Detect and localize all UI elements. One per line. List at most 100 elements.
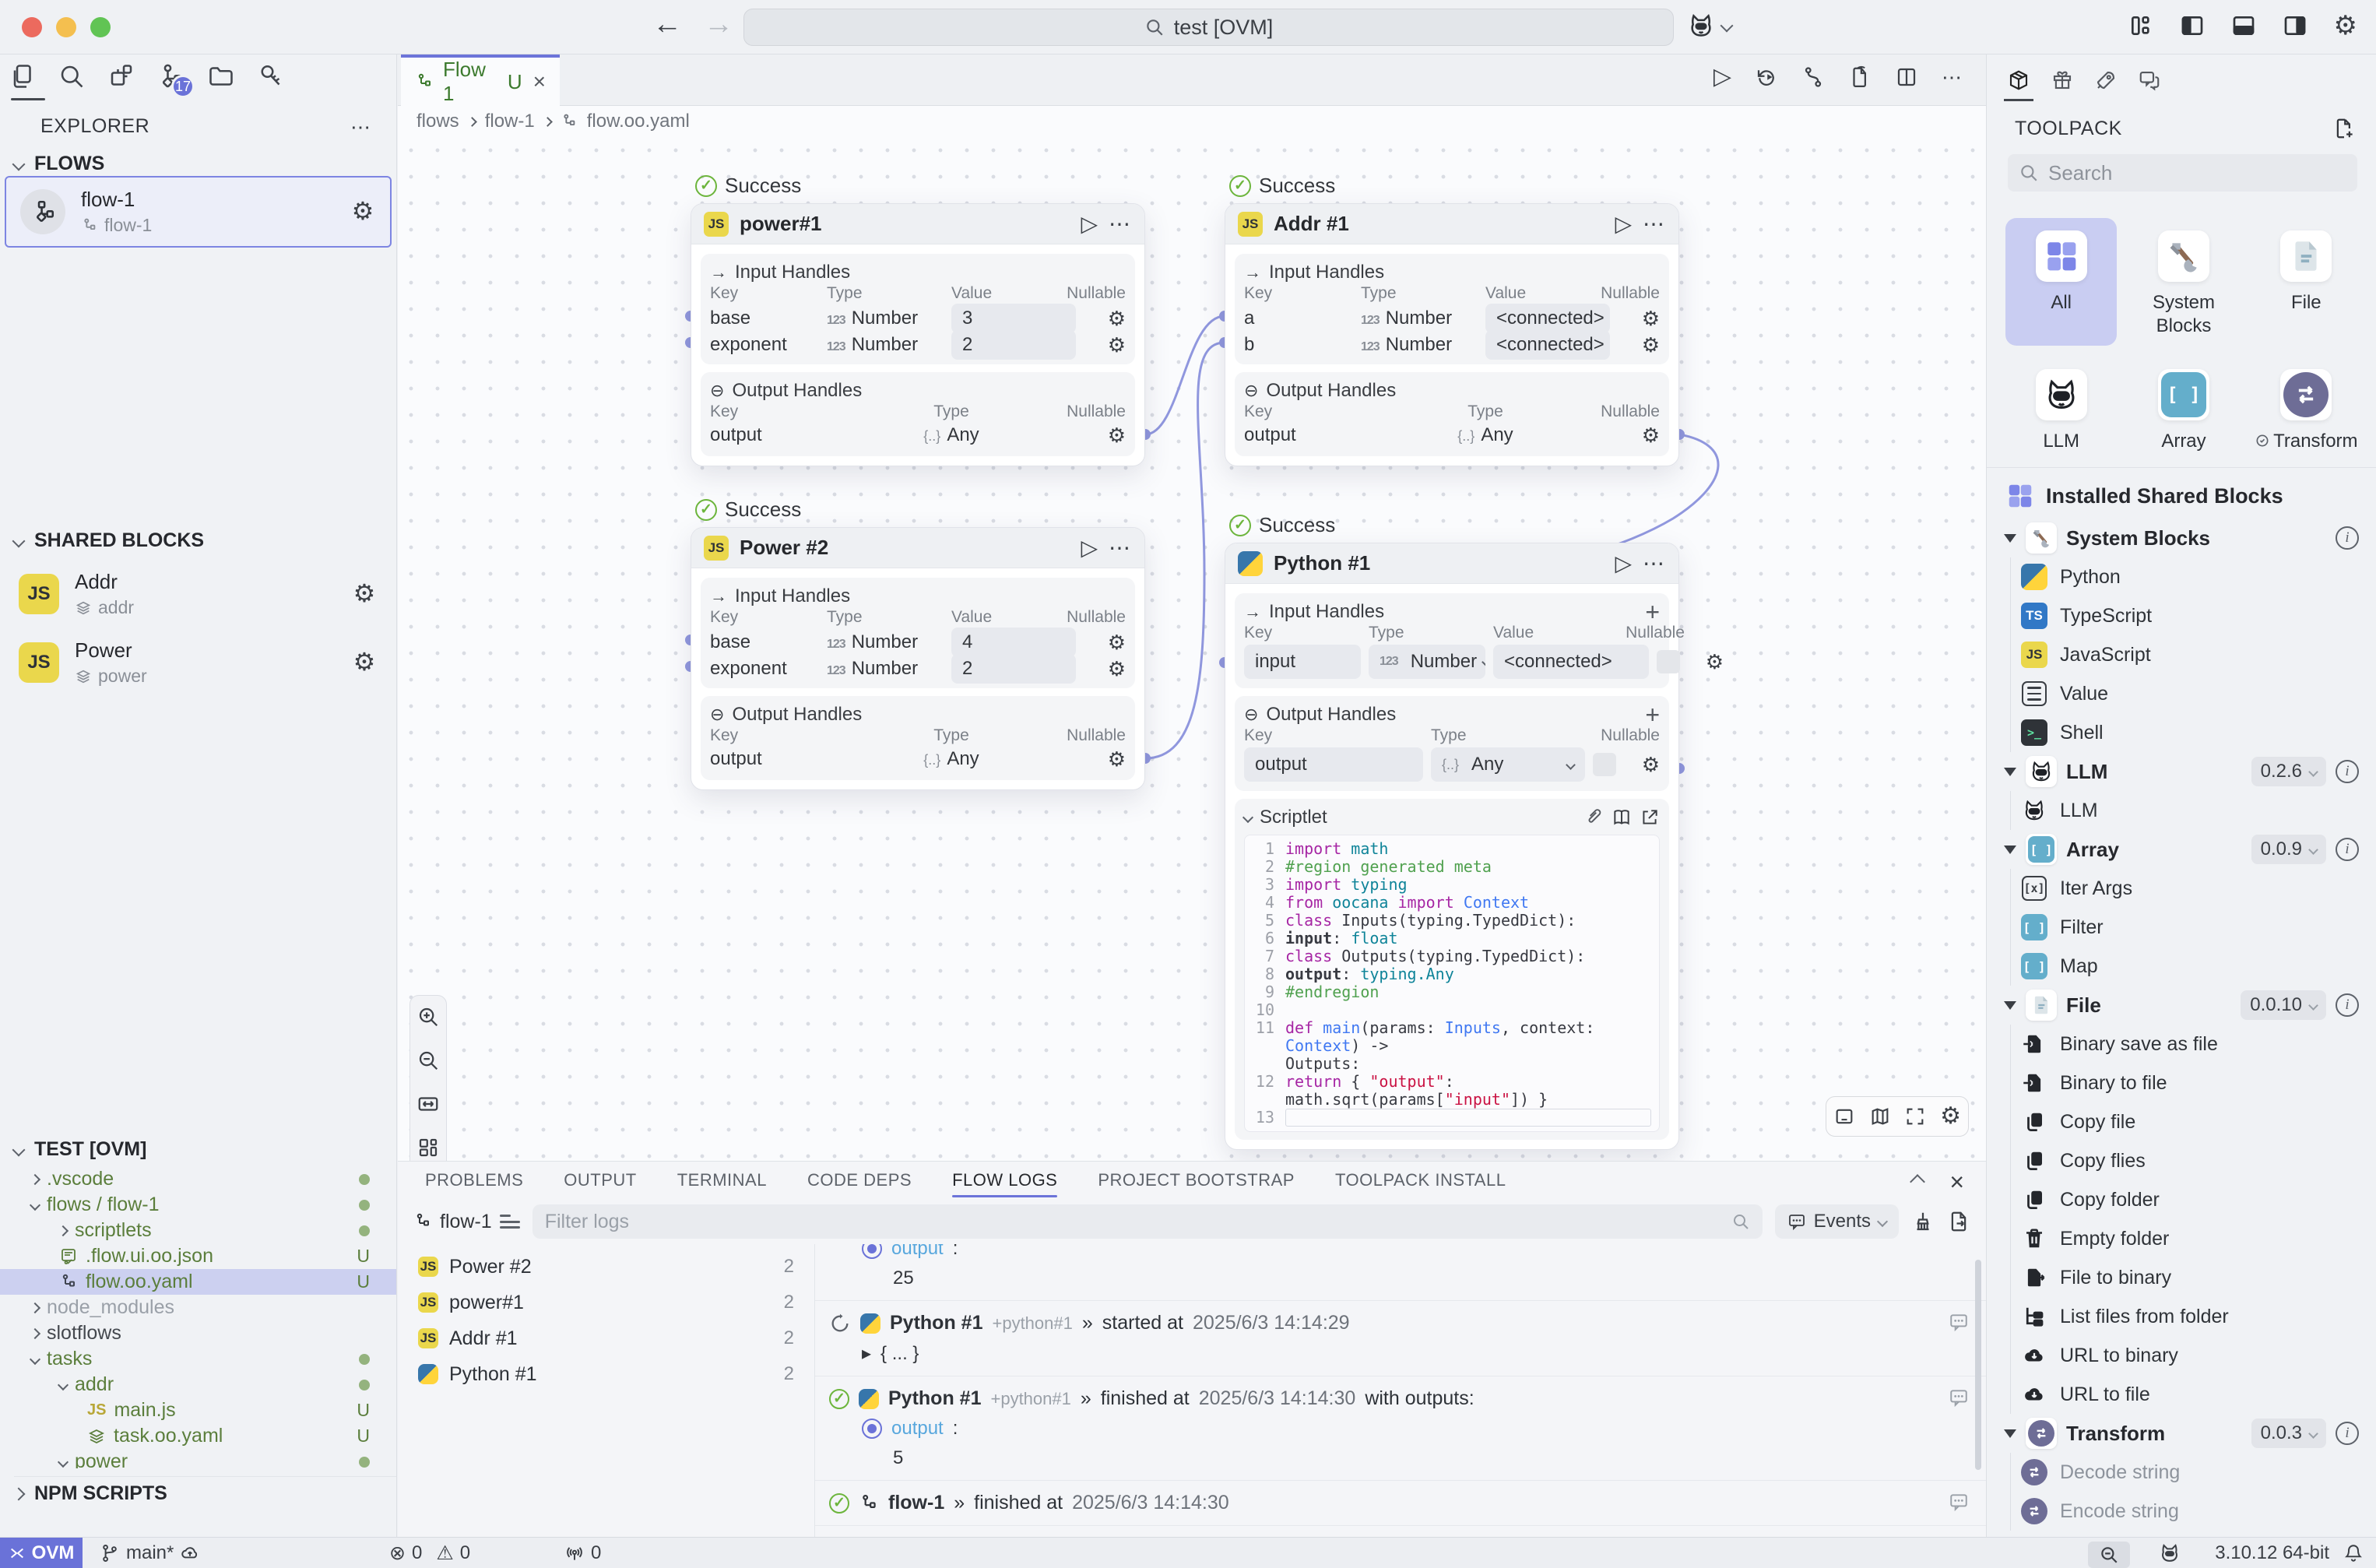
handle-value-input[interactable]: <connected> (1485, 330, 1610, 360)
explorer-menu-icon[interactable]: ⋯ (350, 117, 373, 137)
rerun-flow-icon[interactable] (1755, 65, 1778, 89)
panel-tab-output[interactable]: OUTPUT (564, 1162, 636, 1199)
settings-gear-icon[interactable]: ⚙ (2334, 12, 2357, 39)
events-filter-dropdown[interactable]: Events (1775, 1204, 1899, 1239)
toolpack-item-filter[interactable]: [ ]Filter (1987, 908, 2376, 947)
tree-item-node-modules[interactable]: node_modules (0, 1295, 396, 1320)
git-branch-status[interactable]: main* (100, 1538, 200, 1568)
add-input-icon[interactable]: + (1645, 598, 1660, 627)
blocks-icon[interactable] (107, 62, 135, 90)
tree-item-slotflows[interactable]: slotflows (0, 1320, 396, 1346)
tree-item-scriptlets[interactable]: scriptlets (0, 1218, 396, 1243)
tab-extens[interactable] (2051, 54, 2074, 106)
toolpack-section-transform[interactable]: Transform0.0.3i (1987, 1414, 2376, 1453)
toolpack-category-llm[interactable]: LLM (2005, 357, 2117, 481)
node-more-icon[interactable]: ⋯ (1109, 535, 1132, 561)
flow-node-power2[interactable]: JSPower #2▷⋯→Input HandlesKeyTypeValueNu… (691, 527, 1145, 790)
flow-graph-icon[interactable] (1801, 65, 1825, 89)
log-scrollbar[interactable] (1975, 1260, 1981, 1470)
log-entry[interactable]: output:25 (815, 1244, 1986, 1301)
handle-gear-icon[interactable]: ⚙ (1108, 659, 1126, 679)
flow-node-python1[interactable]: Python #1▷⋯→Input Handles+KeyTypeValueNu… (1225, 543, 1679, 1150)
node-header[interactable]: JSAddr #1▷⋯ (1225, 204, 1678, 244)
node-header[interactable]: JSpower#1▷⋯ (691, 204, 1144, 244)
handle-gear-icon[interactable]: ⚙ (1642, 754, 1660, 775)
shared-block-item-addr[interactable]: JSAddraddr⚙ (5, 561, 392, 628)
toolpack-item-url-to-binary[interactable]: URL to binary (1987, 1336, 2376, 1375)
panel-tab-project-bootstrap[interactable]: PROJECT BOOTSTRAP (1098, 1162, 1295, 1199)
toolpack-item-copy-file[interactable]: Copy file (1987, 1102, 2376, 1141)
toolpack-item-value[interactable]: Value (1987, 674, 2376, 713)
log-comment-icon[interactable] (1949, 1312, 1969, 1332)
handle-key-input[interactable]: output (1244, 747, 1423, 782)
maximize-window-button[interactable] (90, 17, 111, 37)
toolpack-search-input[interactable]: Search (2008, 154, 2357, 192)
log-flow-selector[interactable]: flow-1 (413, 1211, 520, 1233)
flows-icon[interactable]: 17 (157, 62, 185, 90)
add-toolpack-icon[interactable] (2332, 117, 2356, 140)
toolpack-item-llm[interactable]: LLM (1987, 791, 2376, 830)
auto-layout-icon[interactable] (417, 1136, 440, 1159)
remote-indicator[interactable]: OVM (0, 1538, 83, 1568)
log-block-Python-#1[interactable]: Python #12 (398, 1356, 814, 1392)
scriptlet-code-editor[interactable]: 1import math2#region generated meta3impo… (1244, 835, 1660, 1132)
node-more-icon[interactable]: ⋯ (1643, 211, 1666, 237)
tree-item-addr[interactable]: addr (0, 1372, 396, 1397)
tree-item-.vscode[interactable]: .vscode (0, 1166, 396, 1192)
node-run-icon[interactable]: ▷ (1615, 550, 1632, 576)
panel-tab-terminal[interactable]: TERMINAL (677, 1162, 767, 1199)
handle-value-input[interactable]: 2 (951, 654, 1076, 684)
editor-more-icon[interactable]: ⋯ (1942, 67, 1964, 87)
flow-node-addr1[interactable]: JSAddr #1▷⋯→Input HandlesKeyTypeValueNul… (1225, 203, 1679, 466)
toolpack-item-binary-save-as-file[interactable]: Binary save as file (1987, 1025, 2376, 1063)
node-header[interactable]: Python #1▷⋯ (1225, 543, 1678, 584)
problems-status[interactable]: ⊗0 ⚠0 (389, 1538, 470, 1568)
files-icon[interactable] (8, 62, 36, 90)
log-list-toggle-icon[interactable] (500, 1215, 520, 1229)
section-info-icon[interactable]: i (2336, 760, 2359, 783)
toolpack-item-typescript[interactable]: TSTypeScript (1987, 596, 2376, 635)
zoom-status[interactable] (2088, 1538, 2130, 1568)
shared-block-item-power[interactable]: JSPowerpower⚙ (5, 629, 392, 696)
tree-item-power[interactable]: power (0, 1449, 396, 1468)
search-sidebar-icon[interactable] (58, 62, 86, 90)
python-runtime-status[interactable]: 3.10.12 64-bit (2215, 1538, 2329, 1568)
log-comment-icon[interactable] (1949, 1492, 1969, 1512)
back-button[interactable]: ← (652, 8, 682, 41)
toolpack-item-shell[interactable]: >_Shell (1987, 713, 2376, 752)
toolpack-item-iter-args[interactable]: [x]Iter Args (1987, 869, 2376, 908)
nullable-checkbox[interactable] (1657, 650, 1680, 673)
toolpack-section-system-blocks[interactable]: System Blocksi (1987, 519, 2376, 557)
panel-tab-problems[interactable]: PROBLEMS (425, 1162, 523, 1199)
tree-item-main.js[interactable]: JSmain.jsU (0, 1397, 396, 1423)
node-run-icon[interactable]: ▷ (1081, 211, 1098, 237)
toolpack-item-decode-string[interactable]: Decode string (1987, 1453, 2376, 1492)
maximize-panel-icon[interactable] (1910, 1174, 1925, 1190)
handle-gear-icon[interactable]: ⚙ (1642, 335, 1660, 355)
llm-provider-icon[interactable] (1686, 11, 1716, 40)
section-info-icon[interactable]: i (2336, 838, 2359, 861)
llm-status-icon[interactable] (2158, 1538, 2181, 1568)
node-more-icon[interactable]: ⋯ (1643, 550, 1666, 576)
add-output-icon[interactable]: + (1645, 701, 1660, 730)
breadcrumb[interactable]: flows flow-1 flow.oo.yaml (417, 106, 1986, 137)
section-version-dropdown[interactable]: 0.0.10 (2241, 990, 2326, 1020)
handle-gear-icon[interactable]: ⚙ (1108, 749, 1126, 769)
fullscreen-icon[interactable] (1904, 1106, 1926, 1127)
section-version-dropdown[interactable]: 0.0.3 (2251, 1419, 2326, 1448)
toolpack-category-all[interactable]: All (2005, 218, 2117, 346)
log-block-power#1[interactable]: JSpower#12 (398, 1285, 814, 1320)
section-version-dropdown[interactable]: 0.2.6 (2251, 757, 2326, 786)
npm-scripts-header[interactable]: NPM SCRIPTS (14, 1476, 397, 1510)
handle-gear-icon[interactable]: ⚙ (1642, 425, 1660, 445)
shared-block-gear-icon[interactable]: ⚙ (351, 581, 378, 607)
toggle-left-panel-icon[interactable] (2180, 13, 2205, 38)
command-search-bar[interactable]: test [OVM] (743, 9, 1674, 46)
flow-canvas[interactable]: ⚙ JSpower#1▷⋯→Input HandlesKeyTypeValueN… (398, 137, 1986, 1161)
toolpack-item-encode-string[interactable]: Encode string (1987, 1492, 2376, 1531)
export-flow-icon[interactable] (1848, 65, 1872, 89)
toggle-bottom-panel-icon[interactable] (2231, 13, 2256, 38)
handle-gear-icon[interactable]: ⚙ (1108, 308, 1126, 329)
tab-toolpack[interactable] (2007, 54, 2030, 106)
handle-value-input[interactable]: <connected> (1493, 645, 1649, 679)
